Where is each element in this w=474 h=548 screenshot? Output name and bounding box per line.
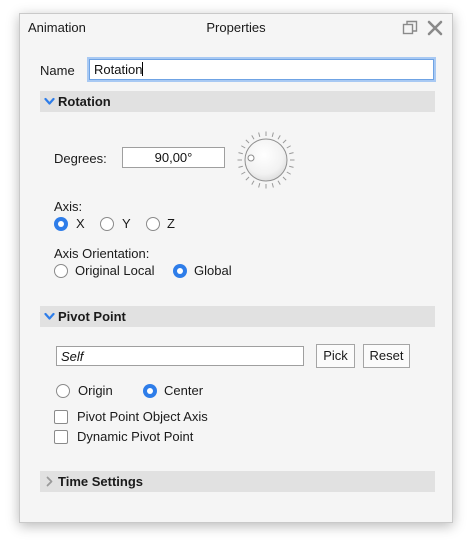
text-caret bbox=[142, 62, 144, 76]
dial-tick bbox=[251, 180, 255, 185]
dial-tick bbox=[271, 183, 274, 188]
close-icon[interactable] bbox=[426, 19, 444, 37]
pivot-point-value: Self bbox=[61, 349, 84, 364]
dial-tick bbox=[238, 152, 243, 155]
dial-tick bbox=[245, 176, 250, 181]
dial-tick bbox=[258, 132, 261, 137]
dial-tick bbox=[289, 152, 294, 155]
reset-button[interactable]: Reset bbox=[363, 344, 410, 368]
dial-tick bbox=[277, 180, 281, 185]
pivot-origin-radio[interactable] bbox=[56, 384, 70, 398]
pivot-center-label: Center bbox=[164, 383, 204, 398]
axis-x-label: X bbox=[76, 216, 85, 231]
chevron-down-icon bbox=[44, 312, 55, 320]
restore-window-icon[interactable] bbox=[402, 20, 418, 36]
dial-tick bbox=[286, 145, 291, 149]
axis-y-radio[interactable] bbox=[100, 217, 114, 231]
orientation-original-local-label: Original Local bbox=[75, 263, 155, 278]
pivot-point-input[interactable]: Self bbox=[56, 346, 304, 366]
name-input-value: Rotation bbox=[94, 62, 143, 77]
degrees-input[interactable]: 90,00° bbox=[122, 147, 225, 168]
pivot-origin-label: Origin bbox=[78, 383, 113, 398]
orientation-global-radio[interactable] bbox=[173, 264, 187, 278]
dial-tick bbox=[286, 171, 291, 175]
dynamic-pivot-label: Dynamic Pivot Point bbox=[77, 429, 194, 444]
section-title-rotation: Rotation bbox=[58, 94, 111, 109]
dial-tick bbox=[277, 135, 281, 140]
section-header-rotation[interactable]: Rotation bbox=[40, 91, 435, 112]
dial-indicator bbox=[247, 154, 255, 162]
pick-button[interactable]: Pick bbox=[316, 344, 355, 368]
dial-tick bbox=[282, 139, 287, 144]
name-label: Name bbox=[40, 63, 75, 78]
chevron-right-icon bbox=[46, 476, 53, 487]
dial-tick bbox=[282, 176, 287, 181]
dynamic-pivot-checkbox[interactable] bbox=[54, 430, 68, 444]
orientation-global-label: Global bbox=[194, 263, 232, 278]
pivot-object-axis-checkbox[interactable] bbox=[54, 410, 68, 424]
pivot-object-axis-label: Pivot Point Object Axis bbox=[77, 409, 208, 424]
dial-tick bbox=[241, 171, 246, 175]
title-bar[interactable]: Animation Properties bbox=[20, 14, 452, 42]
orientation-original-local-radio[interactable] bbox=[54, 264, 68, 278]
dial-tick bbox=[245, 139, 250, 144]
degrees-label: Degrees: bbox=[54, 151, 107, 166]
dial-tick bbox=[258, 183, 261, 188]
dial-tick bbox=[238, 165, 243, 168]
chevron-down-icon bbox=[44, 97, 55, 105]
pivot-center-radio[interactable] bbox=[143, 384, 157, 398]
axis-label: Axis: bbox=[54, 199, 83, 214]
section-header-pivot-point[interactable]: Pivot Point bbox=[40, 306, 435, 327]
section-title-time-settings: Time Settings bbox=[58, 474, 144, 489]
section-title-pivot-point: Pivot Point bbox=[58, 309, 126, 324]
name-input[interactable]: Rotation bbox=[89, 59, 434, 80]
rotation-dial[interactable] bbox=[236, 130, 296, 190]
degrees-input-value: 90,00° bbox=[154, 150, 193, 165]
axis-x-radio[interactable] bbox=[54, 217, 68, 231]
dial-tick bbox=[271, 132, 274, 137]
properties-window: Animation Properties Name Rotation Rotat… bbox=[19, 13, 453, 523]
axis-z-radio[interactable] bbox=[146, 217, 160, 231]
axis-z-label: Z bbox=[167, 216, 175, 231]
axis-orientation-label: Axis Orientation: bbox=[54, 246, 150, 261]
dial-tick bbox=[289, 165, 294, 168]
axis-y-label: Y bbox=[122, 216, 131, 231]
dial-tick bbox=[241, 145, 246, 149]
panel-tab-animation[interactable]: Animation bbox=[28, 20, 86, 35]
dial-tick bbox=[251, 135, 255, 140]
section-header-time-settings[interactable]: Time Settings bbox=[40, 471, 435, 492]
